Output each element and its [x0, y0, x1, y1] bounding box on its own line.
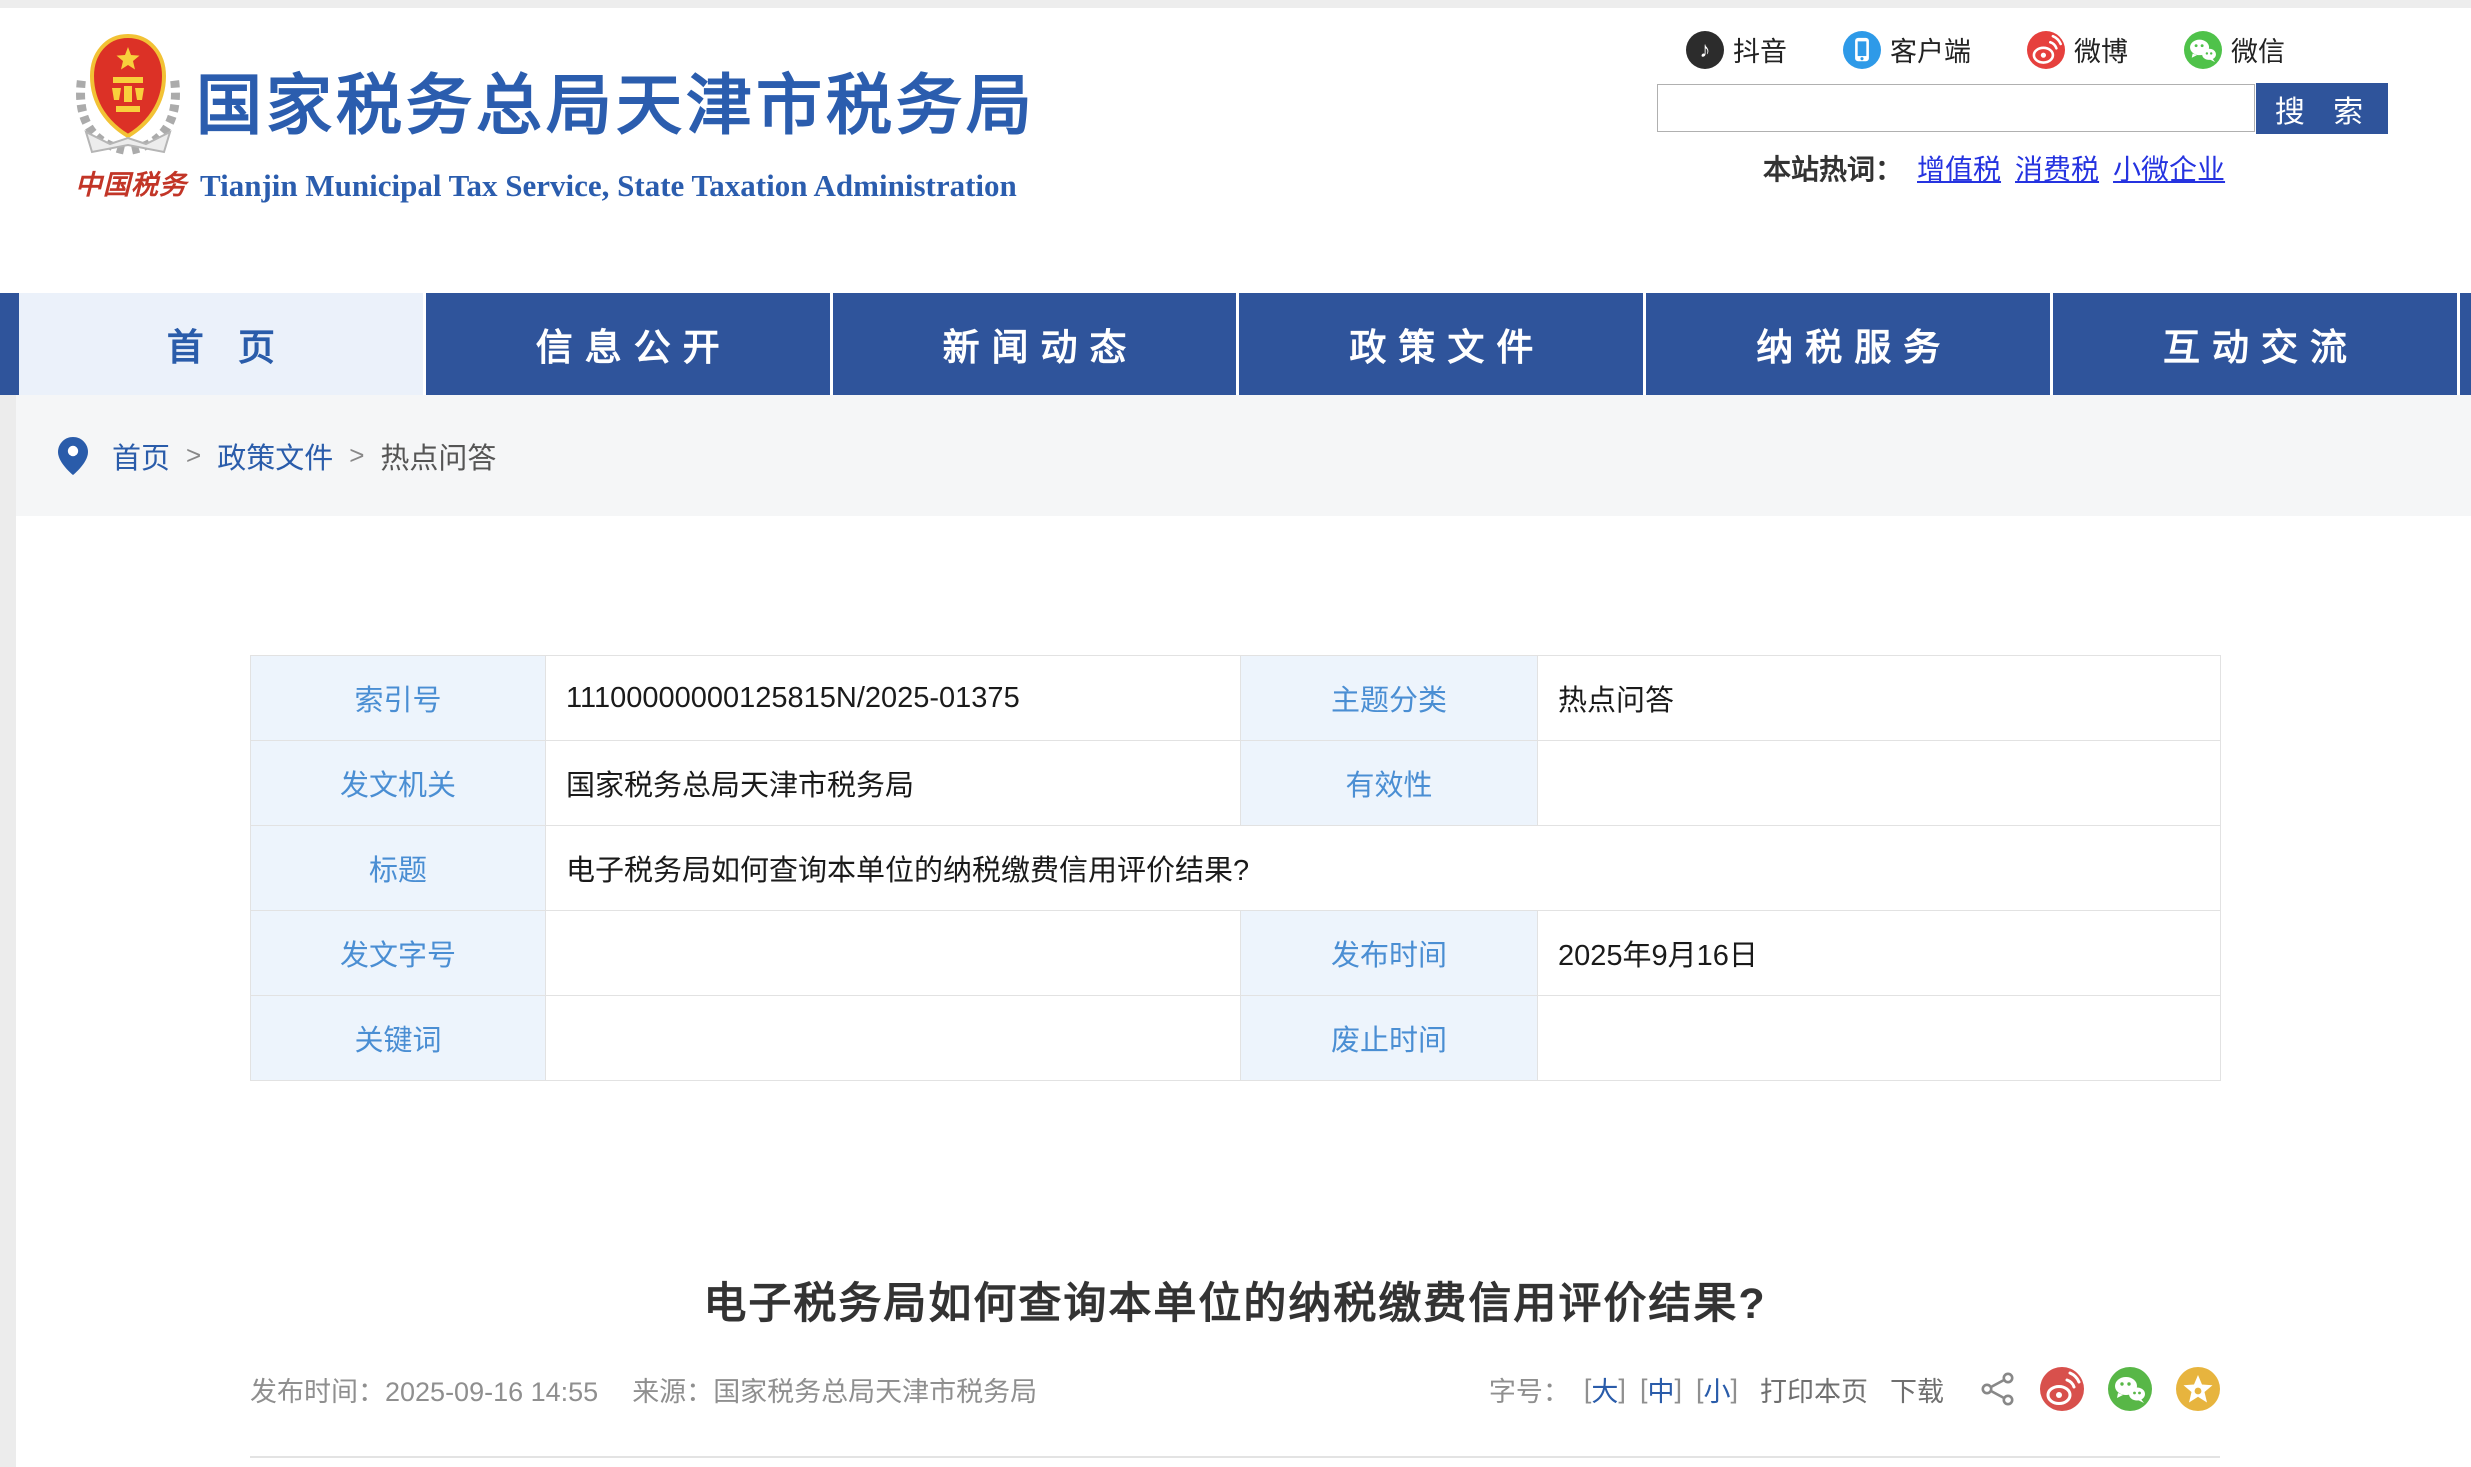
social-app-label: 客户端: [1890, 30, 1971, 69]
info-label-issuing-agency: 发文机关: [251, 741, 546, 826]
info-label-document-number: 发文字号: [251, 911, 546, 996]
breadcrumb-policy-documents[interactable]: 政策文件: [217, 435, 333, 477]
site-logo: 中国税务: [66, 30, 196, 202]
site-header: 中国税务 国家税务总局天津市税务局 Tianjin Municipal Tax …: [0, 8, 2471, 293]
site-subtitle: Tianjin Municipal Tax Service, State Tax…: [200, 168, 1017, 204]
info-label-repeal-date: 废止时间: [1241, 996, 1538, 1081]
info-value-publish-date: 2025年9月16日: [1538, 911, 2221, 996]
font-size-large[interactable]: [大]: [1584, 1370, 1626, 1409]
breadcrumb-current: 热点问答: [380, 435, 496, 477]
breadcrumb-bar: 首页 > 政策文件 > 热点问答: [0, 395, 2471, 516]
source-label: 来源：: [632, 1377, 713, 1407]
nav-item-news[interactable]: 新闻动态: [833, 293, 1240, 395]
info-label-keywords: 关键词: [251, 996, 546, 1081]
table-row: 发文字号 发布时间 2025年9月16日: [251, 911, 2221, 996]
mobile-app-icon: [1843, 31, 1881, 69]
hot-words-label: 本站热词：: [1763, 148, 1903, 188]
info-value-document-number: [546, 911, 1241, 996]
info-label-publish-date: 发布时间: [1241, 911, 1538, 996]
download-link[interactable]: 下载: [1890, 1370, 1944, 1409]
tax-emblem-icon: [66, 30, 190, 156]
search-input[interactable]: [1657, 84, 2255, 132]
share-weibo-icon[interactable]: [2040, 1367, 2084, 1411]
info-value-validity: [1538, 741, 2221, 826]
publish-time-value: 2025-09-16 14:55: [385, 1377, 598, 1407]
breadcrumb: 首页 > 政策文件 > 热点问答: [58, 395, 496, 516]
social-app-client[interactable]: 客户端: [1843, 30, 1971, 69]
info-label-index-number: 索引号: [251, 656, 546, 741]
table-row: 索引号 11100000000125815N/2025-01375 主题分类 热…: [251, 656, 2221, 741]
info-label-topic-category: 主题分类: [1241, 656, 1538, 741]
content-card: 索引号 11100000000125815N/2025-01375 主题分类 热…: [16, 516, 2471, 1467]
logo-caption: 中国税务: [66, 163, 196, 202]
article-meta-row: 发布时间：2025-09-16 14:55 来源：国家税务总局天津市税务局 字号：…: [250, 1356, 2220, 1422]
nav-item-tax-services[interactable]: 纳税服务: [1646, 293, 2053, 395]
social-row: ♪ 抖音 客户端: [1686, 30, 2285, 69]
share-favorite-star-icon[interactable]: [2176, 1367, 2220, 1411]
info-label-validity: 有效性: [1241, 741, 1538, 826]
breadcrumb-separator: >: [349, 440, 364, 471]
social-douyin[interactable]: ♪ 抖音: [1686, 30, 1787, 69]
hot-words: 本站热词： 增值税 消费税 小微企业: [1763, 148, 2225, 188]
info-value-title: 电子税务局如何查询本单位的纳税缴费信用评价结果?: [546, 826, 2221, 911]
hot-word-link-consumption-tax[interactable]: 消费税: [2015, 148, 2099, 188]
main-nav: 首 页 信息公开 新闻动态 政策文件 纳税服务 互动交流: [0, 293, 2471, 395]
douyin-icon: ♪: [1686, 31, 1724, 69]
hot-word-link-vat[interactable]: 增值税: [1917, 148, 2001, 188]
social-wechat[interactable]: 微信: [2184, 30, 2285, 69]
page: 中国税务 国家税务总局天津市税务局 Tianjin Municipal Tax …: [0, 0, 2471, 1467]
nav-item-policy-documents[interactable]: 政策文件: [1239, 293, 1646, 395]
location-pin-icon: [58, 437, 88, 475]
info-label-title: 标题: [251, 826, 546, 911]
share-wechat-icon[interactable]: [2108, 1367, 2152, 1411]
font-size-medium[interactable]: [中]: [1640, 1370, 1682, 1409]
font-size-small[interactable]: [小]: [1696, 1370, 1738, 1409]
top-strip: [0, 0, 2471, 8]
content-divider: [250, 1456, 2220, 1458]
publish-time-label: 发布时间：: [250, 1377, 385, 1407]
info-value-repeal-date: [1538, 996, 2221, 1081]
table-row: 标题 电子税务局如何查询本单位的纳税缴费信用评价结果?: [251, 826, 2221, 911]
info-value-topic-category: 热点问答: [1538, 656, 2221, 741]
source-value: 国家税务总局天津市税务局: [713, 1377, 1037, 1407]
nav-item-home[interactable]: 首 页: [19, 293, 426, 395]
article-toolbar: 字号： [大] [中] [小] 打印本页 下载: [1489, 1367, 2220, 1411]
article-meta: 发布时间：2025-09-16 14:55 来源：国家税务总局天津市税务局: [250, 1370, 1037, 1409]
nav-item-interaction[interactable]: 互动交流: [2053, 293, 2460, 395]
info-value-keywords: [546, 996, 1241, 1081]
search-button[interactable]: 搜 索: [2256, 83, 2388, 134]
share-icon[interactable]: [1980, 1371, 2016, 1407]
social-weibo[interactable]: 微博: [2027, 30, 2128, 69]
weibo-icon: [2027, 31, 2065, 69]
social-douyin-label: 抖音: [1733, 30, 1787, 69]
breadcrumb-home[interactable]: 首页: [112, 435, 170, 477]
nav-item-info-disclosure[interactable]: 信息公开: [426, 293, 833, 395]
site-title: 国家税务总局天津市税务局: [196, 52, 1036, 148]
info-value-issuing-agency: 国家税务总局天津市税务局: [546, 741, 1241, 826]
article-title: 电子税务局如何查询本单位的纳税缴费信用评价结果?: [250, 1269, 2220, 1331]
left-gutter: [0, 395, 16, 1467]
table-row: 关键词 废止时间: [251, 996, 2221, 1081]
breadcrumb-separator: >: [186, 440, 201, 471]
wechat-icon: [2184, 31, 2222, 69]
font-size-label: 字号：: [1489, 1370, 1570, 1409]
print-page-link[interactable]: 打印本页: [1760, 1370, 1868, 1409]
table-row: 发文机关 国家税务总局天津市税务局 有效性: [251, 741, 2221, 826]
info-value-index-number: 11100000000125815N/2025-01375: [546, 656, 1241, 741]
hot-word-link-small-business[interactable]: 小微企业: [2113, 148, 2225, 188]
social-weibo-label: 微博: [2074, 30, 2128, 69]
document-info-table: 索引号 11100000000125815N/2025-01375 主题分类 热…: [250, 655, 2221, 1081]
social-wechat-label: 微信: [2231, 30, 2285, 69]
